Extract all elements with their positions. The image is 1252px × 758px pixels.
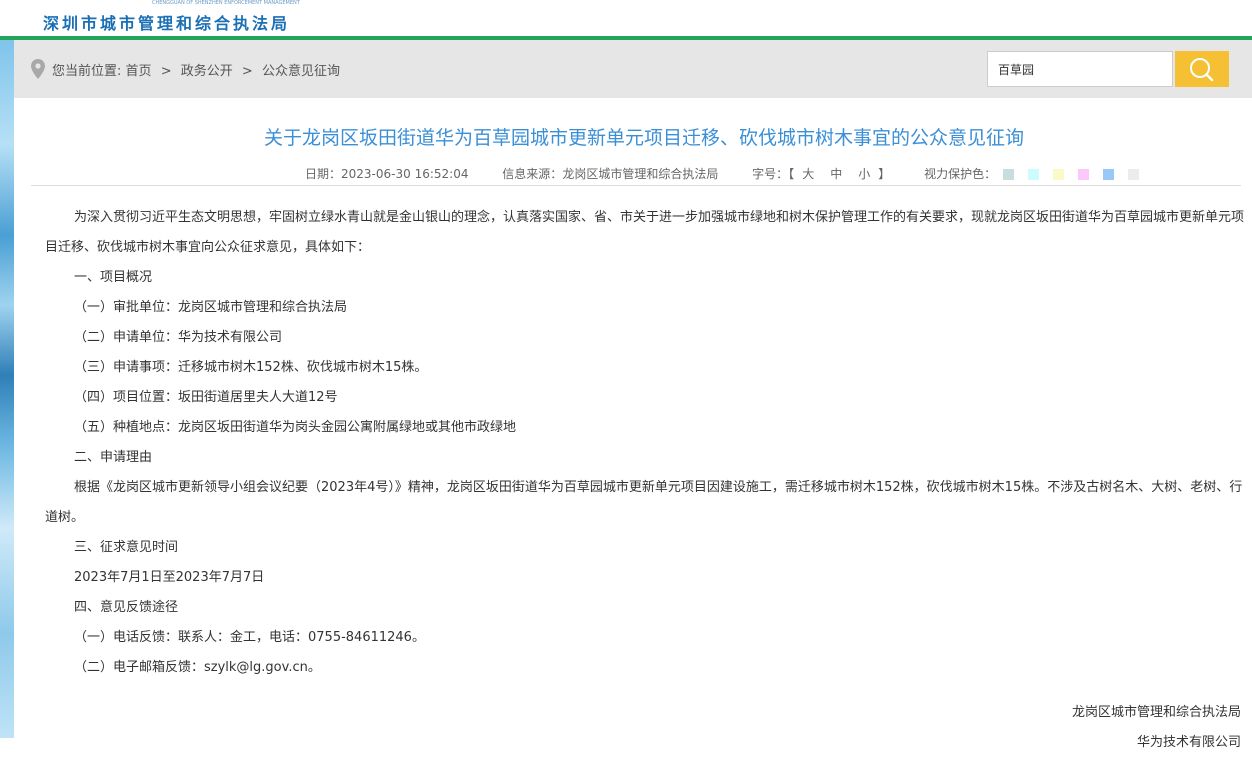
eye-color-swatch[interactable] <box>1003 169 1015 180</box>
list-item: （五）种植地点：龙岗区坂田街道华为岗头金园公寓附属绿地或其他市政绿地 <box>74 420 517 435</box>
list-item: （二）申请单位：华为技术有限公司 <box>74 330 283 345</box>
site-header: CHENGGUAN OF SHENZHEN ENFORCEMENT MANAGE… <box>0 0 1252 36</box>
list-item: （一）电话反馈：联系人：金工，电话：0755-84611246。 <box>74 630 425 645</box>
bracket-close: 】 <box>878 167 891 181</box>
publish-date: 日期：2023-06-30 16:52:04 <box>305 167 468 181</box>
eye-protection-colors: 视力保护色： <box>924 167 1146 181</box>
bracket-open: 【 <box>788 167 795 181</box>
date-label: 日期： <box>305 167 342 181</box>
side-decoration <box>0 40 14 738</box>
list-item: （二）电子邮箱反馈：szylk@lg.gov.cn。 <box>74 660 321 675</box>
site-logo[interactable]: 深圳市城市管理和综合执法局 <box>43 10 290 34</box>
font-size-large[interactable]: 大 <box>802 167 814 181</box>
section-heading: 二、申请理由 <box>74 450 153 465</box>
reason-paragraph: 根据《龙岗区城市更新领导小组会议纪要（2023年4号）》精神，龙岗区坂田街道华为… <box>45 480 1243 525</box>
eye-color-swatch[interactable] <box>1128 169 1140 180</box>
breadcrumb-prefix: 您当前位置: <box>52 64 122 79</box>
date-value: 2023-06-30 16:52:04 <box>341 167 469 181</box>
consultation-period: 2023年7月1日至2023年7月7日 <box>74 570 265 585</box>
article-body: 为深入贯彻习近平生态文明思想，牢固树立绿水青山就是金山银山的理念，认真落实国家、… <box>45 203 1250 758</box>
article-title: 关于龙岗区坂田街道华为百草园城市更新单元项目迁移、砍伐城市树木事宜的公众意见征询 <box>263 127 1024 149</box>
list-item: （四）项目位置：坂田街道居里夫人大道12号 <box>74 390 338 405</box>
search-button[interactable] <box>1175 51 1229 87</box>
breadcrumb-separator: > <box>241 64 253 79</box>
signature-company: 华为技术有限公司 <box>1136 735 1241 750</box>
eye-protection-label: 视力保护色： <box>924 167 997 181</box>
location-pin-icon <box>31 59 45 79</box>
font-size-selector: 字号：【大 中 小】 <box>752 167 890 181</box>
font-size-label: 字号： <box>752 167 789 181</box>
eye-color-swatch[interactable] <box>1078 169 1090 180</box>
info-source: 信息来源：龙岗区城市管理和综合执法局 <box>502 167 718 181</box>
section-heading: 三、征求意见时间 <box>74 540 179 555</box>
source-value: 龙岗区城市管理和综合执法局 <box>562 167 719 181</box>
eye-color-swatch[interactable] <box>1103 169 1115 180</box>
meta-divider <box>31 185 1241 186</box>
breadcrumb-gov-affairs[interactable]: 政务公开 <box>181 64 233 79</box>
search-icon <box>1190 58 1214 82</box>
signature-agency: 龙岗区城市管理和综合执法局 <box>1071 705 1241 720</box>
source-label: 信息来源： <box>502 167 563 181</box>
breadcrumb-home[interactable]: 首页 <box>126 64 152 79</box>
breadcrumb: 您当前位置: 首页 > 政务公开 > 公众意见征询 <box>52 60 340 79</box>
eye-color-swatch[interactable] <box>1053 169 1065 180</box>
font-size-small[interactable]: 小 <box>858 167 870 181</box>
section-heading: 一、项目概况 <box>74 270 153 285</box>
breadcrumb-separator: > <box>160 64 172 79</box>
intro-paragraph: 为深入贯彻习近平生态文明思想，牢固树立绿水青山就是金山银山的理念，认真落实国家、… <box>45 210 1245 255</box>
article-meta: 日期：2023-06-30 16:52:04 信息来源：龙岗区城市管理和综合执法… <box>305 165 1176 182</box>
search-input[interactable] <box>987 51 1173 87</box>
list-item: （三）申请事项：迁移城市树木152株、砍伐城市树木15株。 <box>74 360 428 375</box>
eye-color-swatch[interactable] <box>1028 169 1040 180</box>
breadcrumb-consultation[interactable]: 公众意见征询 <box>262 64 340 79</box>
list-item: （一）审批单位：龙岗区城市管理和综合执法局 <box>74 300 348 315</box>
section-heading: 四、意见反馈途径 <box>74 600 179 615</box>
logo-subtext: CHENGGUAN OF SHENZHEN ENFORCEMENT MANAGE… <box>152 0 300 6</box>
font-size-medium[interactable]: 中 <box>830 167 842 181</box>
